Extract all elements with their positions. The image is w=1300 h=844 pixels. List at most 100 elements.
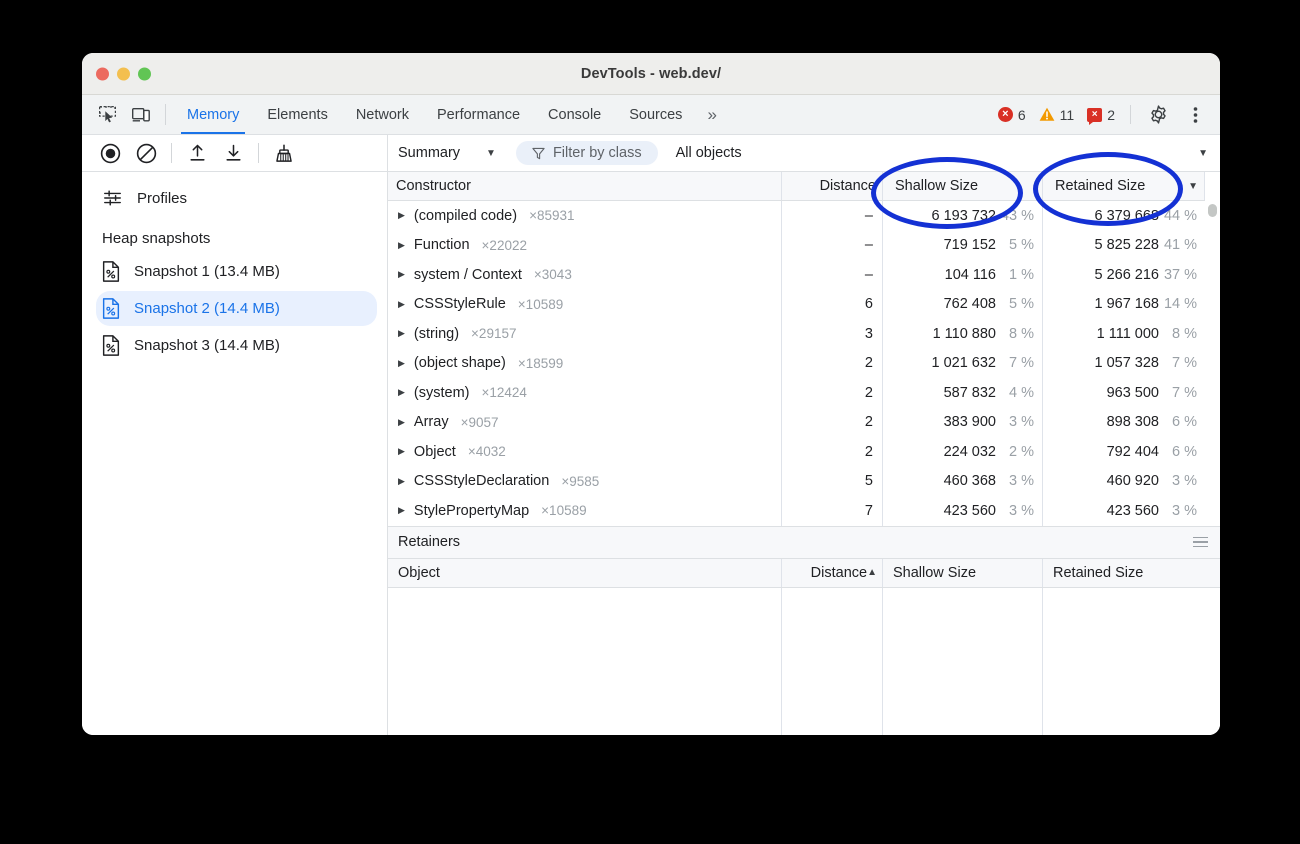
clear-icon[interactable] [128, 139, 164, 167]
scrollbar-thumb[interactable] [1208, 204, 1217, 217]
gear-icon[interactable] [1141, 105, 1175, 124]
table-row[interactable]: ▶Array×90572383 9003 %898 3086 % [388, 408, 1220, 438]
expander-triangle-icon[interactable]: ▶ [398, 387, 405, 398]
tab-elements[interactable]: Elements [253, 95, 341, 134]
table-row[interactable]: ▶(compiled code)×85931–6 193 73243 %6 37… [388, 201, 1220, 231]
cell-retained-size: 963 5007 % [1043, 378, 1205, 408]
retainers-header: Retainers [388, 527, 1220, 559]
retainers-column-distance[interactable]: Distance ▲ [782, 559, 883, 587]
tab-network[interactable]: Network [342, 95, 423, 134]
record-icon[interactable] [92, 139, 128, 167]
sidebar-item-snapshot-2[interactable]: Snapshot 2 (14.4 MB) [96, 291, 377, 326]
retained-size-percent: 3 % [1159, 503, 1197, 519]
snapshot-icon [102, 335, 120, 356]
cell-shallow-size: 104 1161 % [883, 260, 1043, 290]
cell-shallow-size: 587 8324 % [883, 378, 1043, 408]
constructor-count: ×85931 [529, 208, 574, 223]
hamburger-menu-icon[interactable] [1193, 537, 1208, 548]
filter-by-class-input[interactable]: Filter by class [516, 141, 658, 165]
retainers-column-retained-size[interactable]: Retained Size [1043, 559, 1220, 587]
expander-triangle-icon[interactable]: ▶ [398, 446, 405, 457]
retainers-panel: Retainers Object Distance ▲ Shallow Size… [388, 526, 1220, 736]
retained-size-value: 898 308 [1107, 414, 1159, 430]
retained-size-value: 423 560 [1107, 503, 1159, 519]
kebab-menu-icon[interactable] [1178, 106, 1212, 124]
constructor-count: ×29157 [471, 326, 516, 341]
column-header-shallow-size[interactable]: Shallow Size [883, 172, 1043, 200]
tab-performance[interactable]: Performance [423, 95, 534, 134]
view-mode-select[interactable]: Summary ▼ [398, 145, 500, 161]
shallow-size-percent: 5 % [996, 296, 1034, 312]
sidebar-item-snapshot-3[interactable]: Snapshot 3 (14.4 MB) [96, 328, 377, 363]
object-filter-select[interactable]: All objects [676, 145, 742, 161]
expander-triangle-icon[interactable]: ▶ [398, 269, 405, 280]
cell-distance: 7 [782, 496, 883, 526]
device-toolbar-icon[interactable] [124, 95, 158, 134]
sidebar-item-snapshot-1[interactable]: Snapshot 1 (13.4 MB) [96, 254, 377, 289]
column-header-distance[interactable]: Distance [782, 172, 883, 200]
table-row[interactable]: ▶CSSStyleDeclaration×95855460 3683 %460 … [388, 467, 1220, 497]
cell-shallow-size: 762 4085 % [883, 290, 1043, 320]
more-tabs-button[interactable]: » [696, 95, 727, 134]
cell-constructor: ▶Array×9057 [388, 408, 782, 438]
error-counter[interactable]: × 6 [993, 107, 1031, 123]
table-row[interactable]: ▶system / Context×3043–104 1161 %5 266 2… [388, 260, 1220, 290]
table-row[interactable]: ▶StylePropertyMap×105897423 5603 %423 56… [388, 496, 1220, 526]
tab-console[interactable]: Console [534, 95, 615, 134]
expander-triangle-icon[interactable]: ▶ [398, 417, 405, 428]
shallow-size-percent: 1 % [996, 267, 1034, 283]
expander-triangle-icon[interactable]: ▶ [398, 358, 405, 369]
tab-sources[interactable]: Sources [615, 95, 696, 134]
sidebar-item-label: Snapshot 3 (14.4 MB) [134, 337, 280, 354]
sort-ascending-icon: ▲ [867, 567, 877, 578]
sidebar-item-profiles[interactable]: Profiles [82, 172, 387, 216]
cell-distance: 2 [782, 349, 883, 379]
table-scrollbar[interactable] [1205, 172, 1220, 526]
shallow-size-percent: 5 % [996, 237, 1034, 253]
cell-retained-size: 5 266 21637 % [1043, 260, 1205, 290]
table-row[interactable]: ▶CSSStyleRule×105896762 4085 %1 967 1681… [388, 290, 1220, 320]
table-row[interactable]: ▶Object×40322224 0322 %792 4046 % [388, 437, 1220, 467]
retainers-column-shallow-size[interactable]: Shallow Size [883, 559, 1043, 587]
constructor-count: ×12424 [482, 385, 527, 400]
tab-memory[interactable]: Memory [173, 95, 253, 134]
panel-options-icon[interactable]: ▼ [1198, 148, 1212, 159]
cell-constructor: ▶(string)×29157 [388, 319, 782, 349]
expander-triangle-icon[interactable]: ▶ [398, 299, 405, 310]
table-row[interactable]: ▶Function×22022–719 1525 %5 825 22841 % [388, 231, 1220, 261]
expander-triangle-icon[interactable]: ▶ [398, 240, 405, 251]
expander-triangle-icon[interactable]: ▶ [398, 476, 405, 487]
maximize-button[interactable] [138, 67, 151, 80]
warning-counter[interactable]: 11 [1034, 107, 1080, 123]
upload-icon[interactable] [179, 139, 215, 167]
table-row[interactable]: ▶(string)×2915731 110 8808 %1 111 0008 % [388, 319, 1220, 349]
shallow-size-percent: 43 % [996, 208, 1034, 224]
table-row[interactable]: ▶(system)×124242587 8324 %963 5007 % [388, 378, 1220, 408]
tabbar-right-controls: × 6 11 × 2 [993, 95, 1220, 134]
cell-constructor: ▶Function×22022 [388, 231, 782, 261]
retained-size-value: 460 920 [1107, 473, 1159, 489]
cell-distance: 5 [782, 467, 883, 497]
error-count: 6 [1018, 107, 1026, 123]
cell-distance: – [782, 201, 883, 231]
download-icon[interactable] [215, 139, 251, 167]
table-row[interactable]: ▶(object shape)×1859921 021 6327 %1 057 … [388, 349, 1220, 379]
issue-counter[interactable]: × 2 [1082, 107, 1120, 123]
expander-triangle-icon[interactable]: ▶ [398, 505, 405, 516]
column-header-retained-size[interactable]: Retained Size ▼ [1043, 172, 1205, 200]
retainers-column-object[interactable]: Object [388, 559, 782, 587]
shallow-size-percent: 7 % [996, 355, 1034, 371]
expander-triangle-icon[interactable]: ▶ [398, 328, 405, 339]
inspect-element-icon[interactable] [90, 95, 124, 134]
column-header-constructor[interactable]: Constructor [388, 172, 782, 200]
retainers-columns: Object Distance ▲ Shallow Size Retained … [388, 559, 1220, 588]
close-button[interactable] [96, 67, 109, 80]
retained-size-percent: 6 % [1159, 444, 1197, 460]
window-controls[interactable] [96, 67, 151, 80]
tab-label: Performance [437, 107, 520, 123]
broom-icon[interactable] [266, 139, 302, 167]
minimize-button[interactable] [117, 67, 130, 80]
cell-constructor: ▶Object×4032 [388, 437, 782, 467]
expander-triangle-icon[interactable]: ▶ [398, 210, 405, 221]
retained-size-value: 1 057 328 [1094, 355, 1159, 371]
